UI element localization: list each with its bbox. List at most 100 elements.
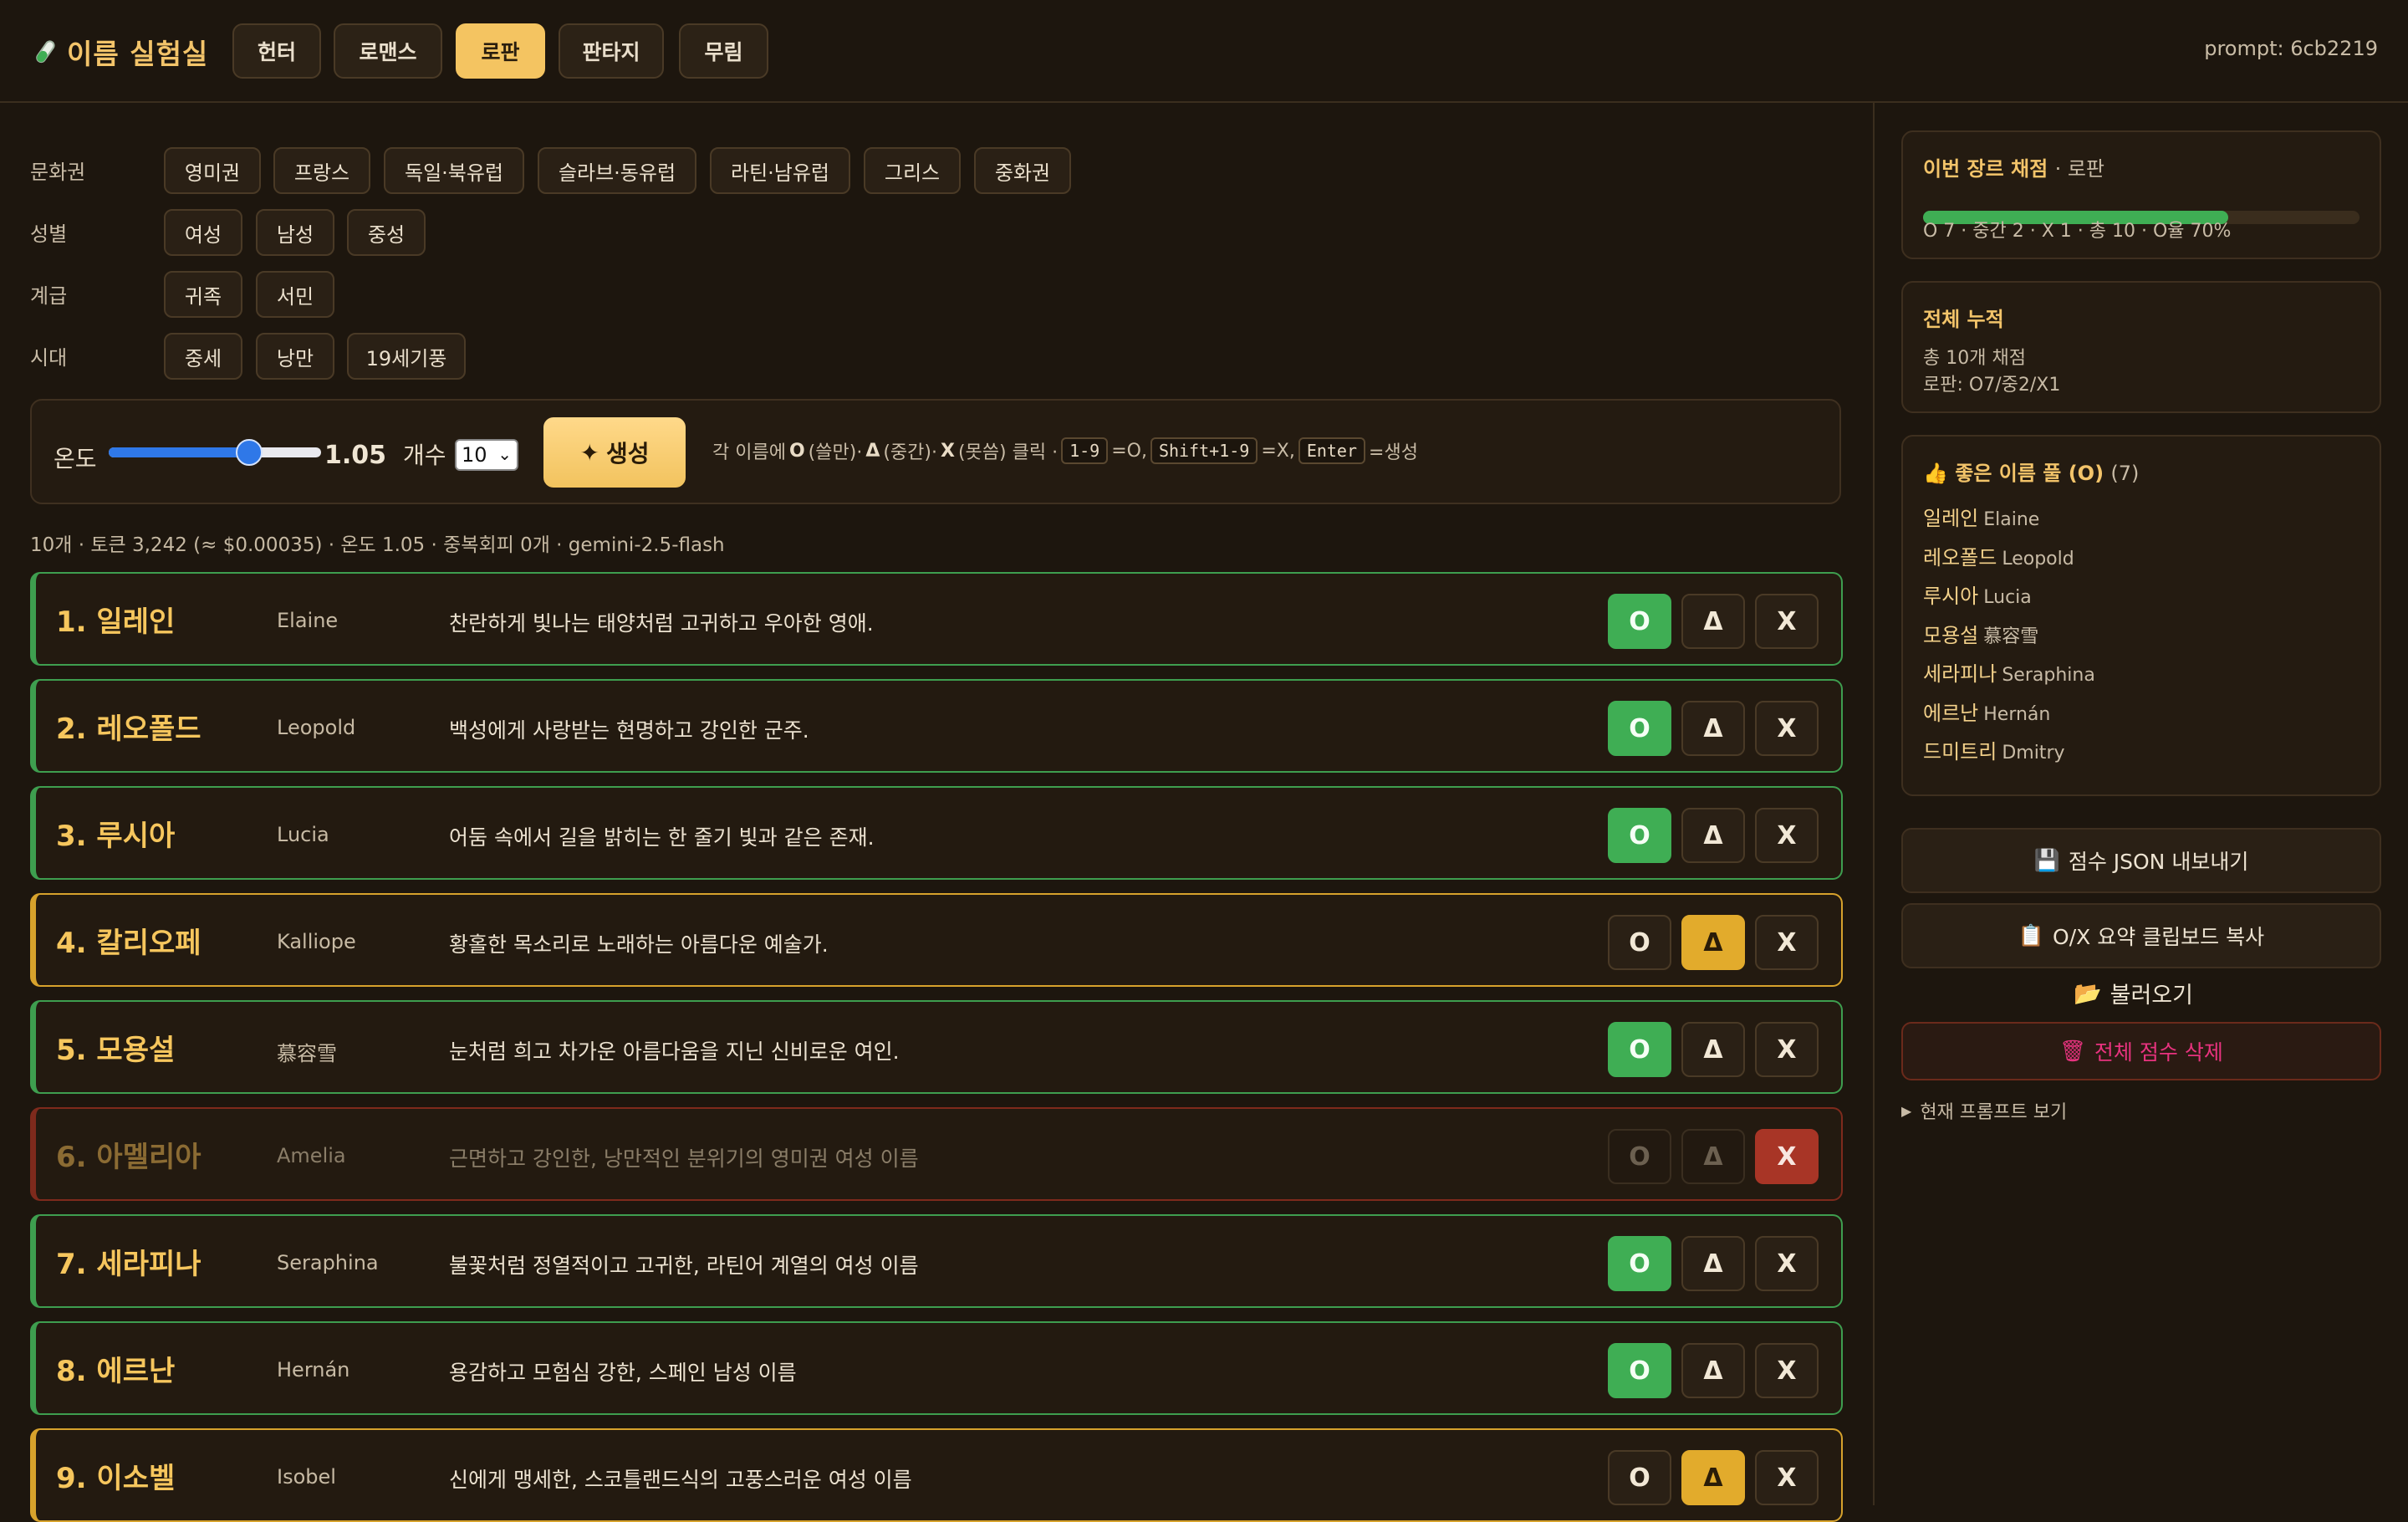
prompt-toggle-label: 현재 프롬프트 보기 [1920,1102,2068,1123]
score-x-button[interactable]: X [1755,1022,1819,1077]
slider-thumb[interactable] [235,439,263,466]
prompt-toggle[interactable]: ▶ 현재 프롬프트 보기 [1901,1097,2067,1124]
pool-item-roman: Seraphina [2002,665,2095,686]
score-x-button[interactable]: X [1755,701,1819,756]
pool-item-name: 에르난 [1923,701,1979,725]
score-o-button[interactable]: O [1608,1022,1671,1077]
floppy-disk-icon: 💾 [2033,848,2060,872]
filter-label-era: 시대 [30,346,68,370]
score-mid-button[interactable]: Δ [1681,915,1745,970]
pool-item-name: 루시아 [1923,585,1979,608]
generation-controls: 온도 1.05 개수 10 ⌄ ✦ 생성 각 이름에 O (쓸만)· Δ (중간)·… [30,399,1841,504]
score-x-button[interactable]: X [1755,1343,1819,1398]
score-x-button[interactable]: X [1755,594,1819,649]
score-mid-button[interactable]: Δ [1681,1343,1745,1398]
chip-gender-neutral[interactable]: 중성 [347,209,426,256]
genre-tab-murim[interactable]: 무림 [679,23,768,79]
total-line1: 총 10개 채점 [1923,348,2026,369]
name-description: 근면하고 강인한, 낭만적인 분위기의 영미권 여성 이름 [449,1147,919,1171]
pool-item: 드미트리 Dmitry [1923,735,2065,764]
name-description: 백성에게 사랑받는 현명하고 강인한 군주. [449,718,809,743]
name-title: 1. 일레인 [56,605,176,639]
name-romanization: Amelia [277,1144,346,1167]
name-card: 2. 레오폴드 Leopold 백성에게 사랑받는 현명하고 강인한 군주. O Δ X [30,679,1843,773]
kbd-shift-1-9: Shift+1-9 [1150,437,1258,464]
score-mid-button[interactable]: Δ [1681,701,1745,756]
score-mid-button[interactable]: Δ [1681,1129,1745,1184]
kbd-1-9: 1-9 [1061,437,1109,464]
name-card: 8. 에르난 Hernán 용감하고 모험심 강한, 스페인 남성 이름 O Δ X [30,1321,1843,1415]
chip-gender-female[interactable]: 여성 [164,209,242,256]
score-o-button[interactable]: O [1608,1236,1671,1291]
name-title: 8. 에르난 [56,1355,176,1388]
generate-button[interactable]: ✦ 생성 [543,417,686,488]
total-line2: 로판: O7/중2/X1 [1923,375,2061,396]
name-card: 6. 아멜리아 Amelia 근면하고 강인한, 낭만적인 분위기의 영미권 여성 … [30,1107,1843,1201]
score-o-button[interactable]: O [1608,915,1671,970]
chip-culture-slavic[interactable]: 슬라브·동유럽 [538,147,696,194]
pool-count: (7) [2110,462,2140,485]
pool-title-text: 좋은 이름 풀 (O) [1955,462,2104,485]
score-mid-button[interactable]: Δ [1681,1022,1745,1077]
chip-culture-france[interactable]: 프랑스 [273,147,370,194]
pool-item: 세라피나 Seraphina [1923,657,2095,687]
name-romanization: Lucia [277,823,329,846]
folder-icon: 📂 [2074,980,2102,1007]
pool-item-name: 일레인 [1923,507,1979,530]
load-button[interactable]: 📂 불러오기 [2074,977,2193,1009]
brand: 이름 실험실 [30,32,208,72]
chip-class-commoner[interactable]: 서민 [256,271,334,318]
chip-gender-male[interactable]: 남성 [256,209,334,256]
generate-label: 생성 [605,440,650,467]
pool-item: 일레인 Elaine [1923,502,2039,531]
score-mid-button[interactable]: Δ [1681,1236,1745,1291]
chip-culture-chinese[interactable]: 중화권 [974,147,1071,194]
score-o-button[interactable]: O [1608,594,1671,649]
copy-summary-button[interactable]: 📋 O/X 요약 클립보드 복사 [1901,903,2381,968]
score-mid-button[interactable]: Δ [1681,808,1745,863]
chip-era-romantic[interactable]: 낭만 [256,333,334,380]
delete-all-scores-button[interactable]: 🗑 전체 점수 삭제 [1901,1022,2381,1080]
genre-tab-rofan[interactable]: 로판 [456,23,545,79]
score-mid-button[interactable]: Δ [1681,1450,1745,1505]
keyboard-hint: 각 이름에 O (쓸만)· Δ (중간)· X (못씀) 클릭 · 1-9 =O, Sh… [712,437,1418,464]
name-romanization: Hernán [277,1358,350,1382]
name-description: 황홀한 목소리로 노래하는 아름다운 예술가. [449,932,829,957]
chip-culture-latin[interactable]: 라틴·남유럽 [710,147,850,194]
score-o-button[interactable]: O [1608,1343,1671,1398]
score-x-button[interactable]: X [1755,1129,1819,1184]
temperature-slider[interactable] [109,439,321,466]
score-o-button[interactable]: O [1608,1129,1671,1184]
chip-class-noble[interactable]: 귀족 [164,271,242,318]
score-o-button[interactable]: O [1608,808,1671,863]
score-mid-button[interactable]: Δ [1681,594,1745,649]
genre-tab-hunter[interactable]: 헌터 [232,23,321,79]
name-description: 신에게 맹세한, 스코틀랜드식의 고풍스러운 여성 이름 [449,1468,912,1492]
chip-era-medieval[interactable]: 중세 [164,333,242,380]
score-x-button[interactable]: X [1755,915,1819,970]
temperature-value: 1.05 [324,441,387,470]
score-o-button[interactable]: O [1608,701,1671,756]
chip-culture-anglo[interactable]: 영미권 [164,147,261,194]
name-title: 7. 세라피나 [56,1248,202,1281]
hint-x-mark: X [940,440,955,462]
name-title: 3. 루시아 [56,820,176,853]
score-x-button[interactable]: X [1755,808,1819,863]
pool-item-roman: Dmitry [2002,743,2065,764]
count-select[interactable]: 10 ⌄ [455,439,518,471]
generation-stats: 10개 · 토큰 3,242 (≈ $0.00035) · 온도 1.05 · … [30,534,725,556]
temperature-label: 온도 [54,445,97,472]
genre-tab-romance[interactable]: 로맨스 [334,23,442,79]
chip-culture-greek[interactable]: 그리스 [864,147,961,194]
name-description: 불꽃처럼 정열적이고 고귀한, 라틴어 계열의 여성 이름 [449,1254,919,1278]
export-json-button[interactable]: 💾 점수 JSON 내보내기 [1901,828,2381,893]
chip-era-19th-century[interactable]: 19세기풍 [347,333,466,380]
genre-tab-fantasy[interactable]: 판타지 [559,23,664,79]
chip-culture-german-nordic[interactable]: 독일·북유럽 [384,147,524,194]
score-x-button[interactable]: X [1755,1236,1819,1291]
pool-item-roman: Elaine [1983,509,2040,530]
pool-item: 레오폴드 Leopold [1923,541,2074,570]
score-x-button[interactable]: X [1755,1450,1819,1505]
score-o-button[interactable]: O [1608,1450,1671,1505]
genre-score-title: 이번 장르 채점 · 로판 [1923,152,2104,181]
